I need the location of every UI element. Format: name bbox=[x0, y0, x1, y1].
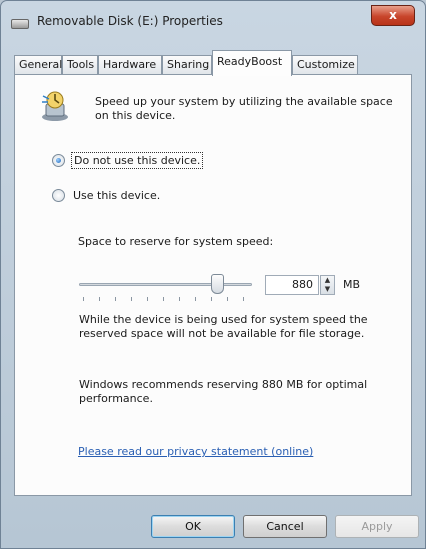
removable-disk-icon bbox=[11, 19, 29, 29]
recommendation-text: Windows recommends reserving 880 MB for … bbox=[79, 378, 368, 405]
slider-ticks bbox=[83, 297, 244, 301]
reserve-space-label: Space to reserve for system speed: bbox=[78, 235, 274, 248]
reserve-size-spinner[interactable]: ▲ ▼ bbox=[320, 275, 335, 295]
tab-general[interactable]: General bbox=[14, 55, 62, 75]
use-device-label[interactable]: Use this device. bbox=[71, 188, 162, 203]
reserve-slider-track[interactable] bbox=[79, 283, 252, 286]
title-bar[interactable]: Removable Disk (E:) Properties x bbox=[1, 1, 425, 45]
reserve-unit: MB bbox=[343, 278, 361, 291]
do-not-use-label[interactable]: Do not use this device. bbox=[71, 152, 204, 169]
ok-button[interactable]: OK bbox=[151, 515, 235, 538]
spin-up-icon[interactable]: ▲ bbox=[321, 276, 334, 285]
readyboost-intro: Speed up your system by utilizing the av… bbox=[95, 95, 393, 122]
use-device-option[interactable]: Use this device. bbox=[52, 188, 162, 203]
use-device-radio[interactable] bbox=[52, 189, 65, 202]
readyboost-panel: Speed up your system by utilizing the av… bbox=[14, 74, 412, 496]
spin-down-icon[interactable]: ▼ bbox=[321, 285, 334, 294]
reserve-size-input[interactable]: 880 bbox=[265, 275, 319, 295]
apply-button[interactable]: Apply bbox=[335, 515, 419, 538]
cancel-button[interactable]: Cancel bbox=[243, 515, 327, 538]
properties-window: Removable Disk (E:) Properties x General… bbox=[0, 0, 426, 549]
tab-hardware[interactable]: Hardware bbox=[98, 55, 162, 75]
readyboost-icon bbox=[42, 91, 68, 121]
window-title: Removable Disk (E:) Properties bbox=[37, 14, 223, 28]
do-not-use-radio[interactable] bbox=[52, 154, 65, 167]
tab-sharing[interactable]: Sharing bbox=[162, 55, 212, 75]
tab-readyboost[interactable]: ReadyBoost bbox=[212, 50, 292, 76]
privacy-statement-link[interactable]: Please read our privacy statement (onlin… bbox=[78, 445, 313, 458]
tab-tools[interactable]: Tools bbox=[62, 55, 98, 75]
do-not-use-option[interactable]: Do not use this device. bbox=[52, 152, 204, 169]
tab-customize[interactable]: Customize bbox=[292, 55, 358, 75]
reserve-slider-thumb[interactable] bbox=[211, 274, 224, 294]
close-button[interactable]: x bbox=[371, 5, 415, 26]
reserved-space-warning: While the device is being used for syste… bbox=[79, 313, 368, 340]
